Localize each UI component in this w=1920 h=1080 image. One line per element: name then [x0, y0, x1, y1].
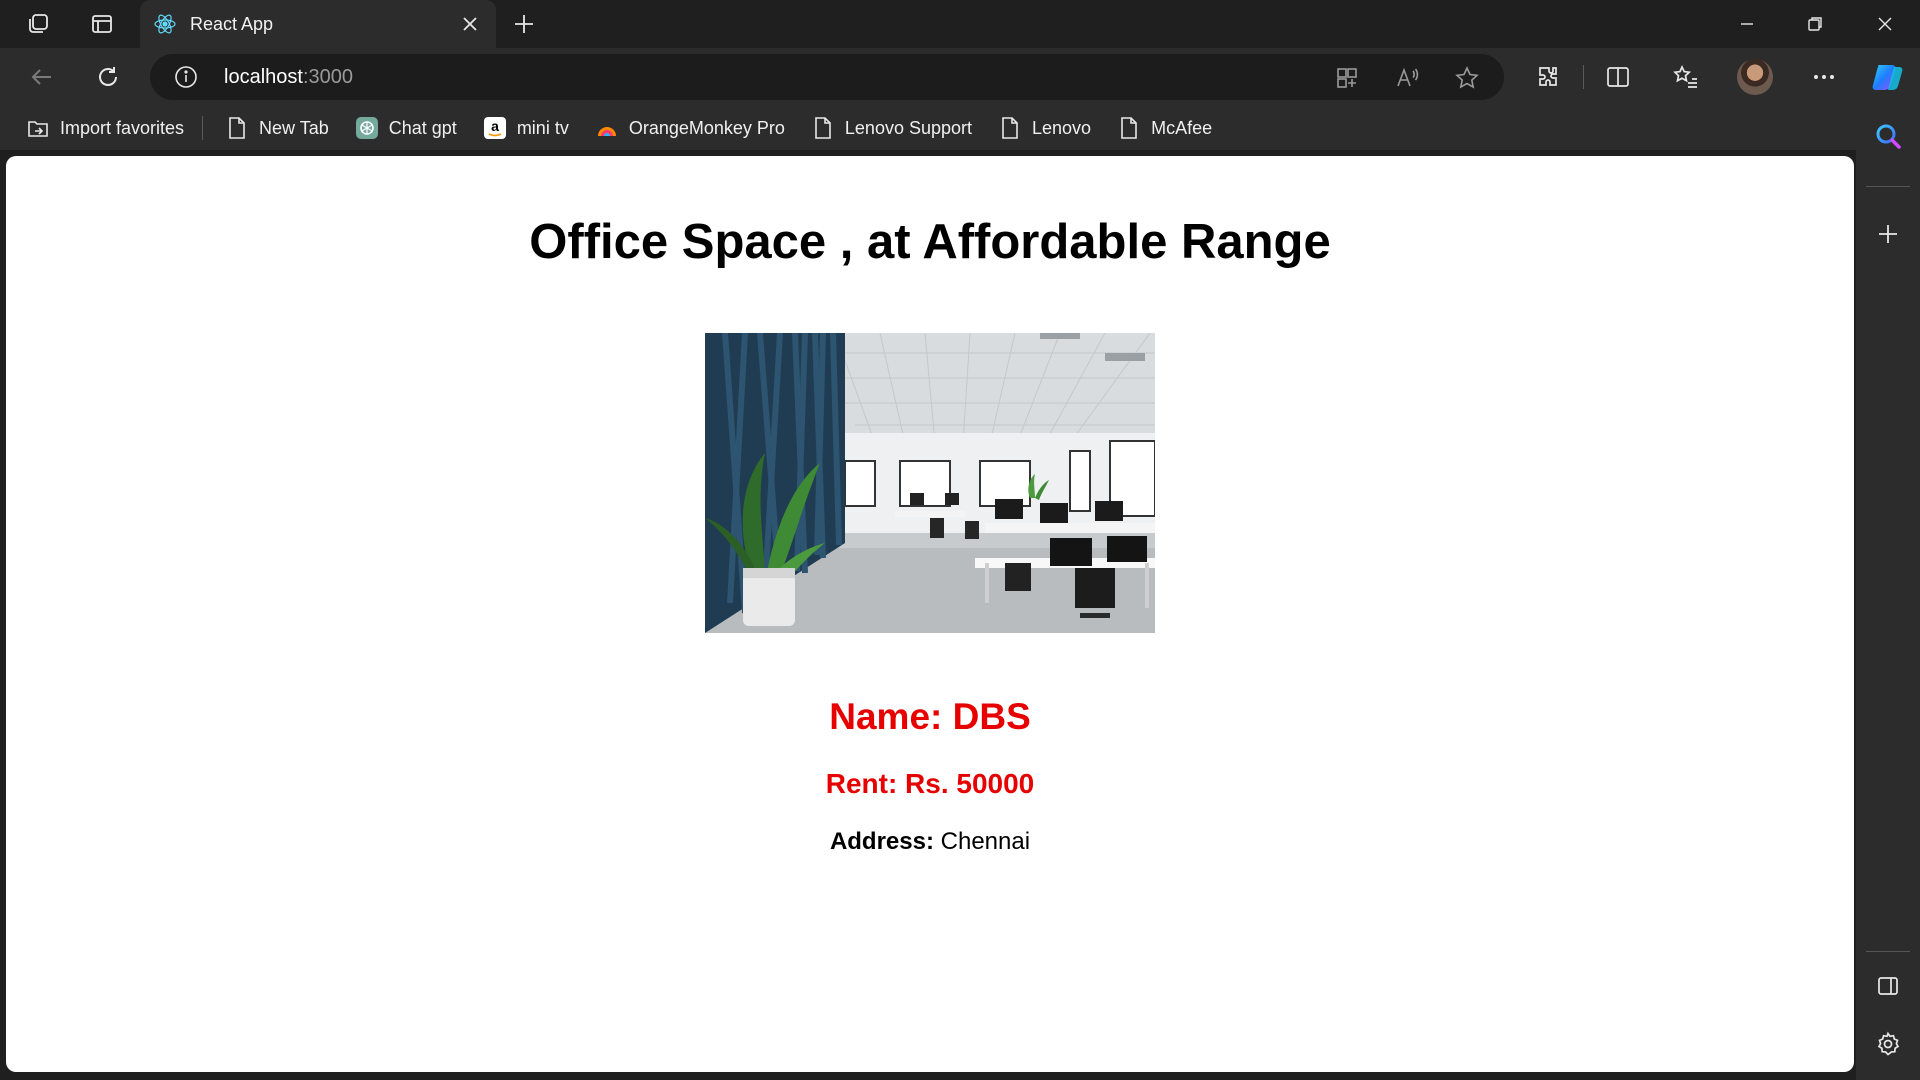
url-text[interactable]: localhost:3000 — [224, 66, 353, 89]
app-available-icon[interactable] — [1334, 65, 1360, 91]
office-address: Address: Chennai — [6, 828, 1854, 856]
navigation-toolbar: localhost:3000 — [0, 48, 1920, 106]
office-name: Name: DBS — [829, 696, 1031, 737]
url-port: :3000 — [302, 66, 353, 88]
favorite-label: mini tv — [516, 117, 569, 138]
add-sidebar-app-icon[interactable] — [1872, 218, 1904, 250]
favorite-import-favorites[interactable]: Import favorites — [18, 112, 192, 144]
favorite-orangemonkey-pro[interactable]: OrangeMonkey Pro — [587, 112, 793, 144]
chatgpt-icon — [355, 116, 379, 140]
vertical-tabs-icon[interactable] — [86, 8, 118, 40]
address-bar[interactable]: localhost:3000 — [150, 54, 1504, 100]
new-tab-icon[interactable] — [508, 8, 540, 40]
svg-text:a: a — [491, 118, 499, 134]
search-icon[interactable] — [1872, 120, 1904, 152]
page-title: Office Space , at Affordable Range — [529, 215, 1331, 269]
url-host: localhost — [224, 66, 303, 88]
sidebar-divider — [1866, 951, 1910, 952]
tab-title: React App — [190, 13, 274, 34]
hide-sidebar-icon[interactable] — [1872, 970, 1904, 1002]
page-icon — [811, 116, 835, 140]
toolbar-divider — [1583, 65, 1584, 89]
favorite-star-icon[interactable] — [1454, 65, 1480, 91]
page-icon — [1117, 116, 1141, 140]
favorite-label: Lenovo Support — [844, 117, 973, 138]
favorite-mini-tv[interactable]: a mini tv — [475, 112, 577, 144]
amazon-icon: a — [483, 116, 507, 140]
orangemonkey-icon — [595, 116, 619, 140]
site-info-icon[interactable] — [174, 65, 198, 89]
tab-strip: React App — [0, 0, 1920, 48]
address-label: Address: — [829, 828, 934, 855]
favorites-list-icon[interactable] — [1670, 61, 1702, 93]
favorites-divider — [202, 116, 204, 140]
favorite-lenovo-support[interactable]: Lenovo Support — [803, 112, 980, 144]
favorite-label: McAfee — [1151, 117, 1213, 138]
favorites-bar: Import favorites New Tab Chat gpt a mini… — [0, 106, 1860, 150]
address-value: Chennai — [940, 828, 1031, 855]
page-viewport: Office Space , at Affordable Range Name:… — [6, 156, 1854, 1072]
copilot-icon[interactable] — [1870, 59, 1906, 95]
favorite-new-tab[interactable]: New Tab — [217, 112, 337, 144]
page-icon — [998, 116, 1022, 140]
react-icon — [154, 13, 176, 35]
back-arrow-icon[interactable] — [26, 61, 58, 93]
extensions-icon[interactable] — [1532, 61, 1564, 93]
sidebar-divider — [1866, 186, 1910, 187]
workspaces-icon[interactable] — [22, 8, 54, 40]
page-icon — [225, 116, 249, 140]
favorite-label: Lenovo — [1032, 117, 1092, 138]
favorite-label: Chat gpt — [388, 117, 457, 138]
tab-react-app[interactable]: React App — [140, 0, 496, 48]
favorite-label: Import favorites — [60, 117, 185, 138]
favorite-lenovo[interactable]: Lenovo — [990, 112, 1099, 144]
favorite-label: New Tab — [259, 117, 329, 138]
refresh-icon[interactable] — [92, 61, 124, 93]
import-favorites-icon — [26, 116, 50, 140]
edge-sidebar — [1856, 106, 1920, 1080]
settings-gear-icon[interactable] — [1872, 1028, 1904, 1060]
split-screen-icon[interactable] — [1602, 61, 1634, 93]
favorite-label: OrangeMonkey Pro — [628, 117, 785, 138]
close-tab-icon[interactable] — [458, 12, 482, 36]
read-aloud-icon[interactable] — [1394, 65, 1420, 91]
close-window-icon[interactable] — [1852, 0, 1918, 48]
restore-icon[interactable] — [1782, 0, 1848, 48]
office-rent: Rent: Rs. 50000 — [825, 768, 1035, 799]
more-options-icon[interactable] — [1808, 61, 1840, 93]
favorite-chat-gpt[interactable]: Chat gpt — [347, 112, 465, 144]
minimize-icon[interactable] — [1714, 0, 1780, 48]
favorite-mcafee[interactable]: McAfee — [1109, 112, 1220, 144]
profile-avatar[interactable] — [1737, 59, 1773, 95]
office-image — [705, 333, 1155, 633]
